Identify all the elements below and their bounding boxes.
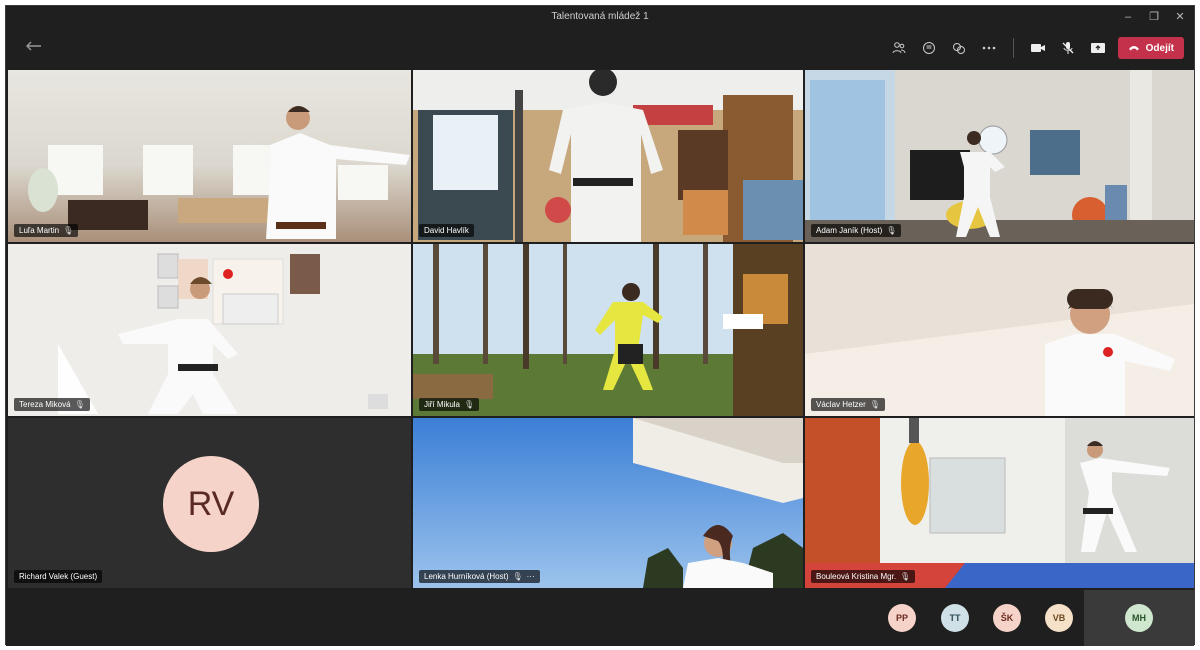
mic-off-icon: 🎙 [464, 400, 475, 409]
participant-name: Bouleová Kristina Mgr. [816, 572, 897, 581]
video-tile[interactable]: RV Richard Valek (Guest) [8, 418, 411, 588]
video-feed-image [805, 244, 1194, 416]
video-tile[interactable]: Lenka Hurníková (Host) 🎙 ··· [413, 418, 803, 588]
avatar[interactable]: ŠK [993, 604, 1021, 632]
restore-button[interactable]: ❐ [1148, 6, 1160, 28]
mic-off-icon: 🎙 [74, 400, 85, 409]
participant-strip: PP TT ŠK VB MH [6, 590, 1194, 646]
video-tile[interactable]: Bouleová Kristina Mgr. 🎙 [805, 418, 1194, 588]
more-icon[interactable] [979, 38, 999, 58]
participant-name-tag: Adam Janík (Host) 🎙 [811, 224, 902, 237]
leave-button-label: Odejít [1145, 42, 1174, 54]
share-icon[interactable] [1088, 38, 1108, 58]
participant-name-tag: Bouleová Kristina Mgr. 🎙 [811, 570, 916, 583]
video-tile[interactable]: Václav Hetzer 🎙 [805, 244, 1194, 416]
video-grid: Luľa Martin 🎙 David Havlík Adam Janík (H… [8, 70, 1194, 588]
video-feed-image [413, 418, 803, 588]
minimize-button[interactable]: – [1122, 6, 1134, 28]
video-feed-image [413, 70, 803, 242]
mic-off-icon: 🎙 [869, 400, 880, 409]
video-tile[interactable]: Adam Janík (Host) 🎙 [805, 70, 1194, 242]
participant-name-tag: Luľa Martin 🎙 [14, 224, 79, 237]
video-tile[interactable]: Luľa Martin 🎙 [8, 70, 411, 242]
avatar[interactable]: PP [888, 604, 916, 632]
video-tile[interactable]: David Havlík [413, 70, 803, 242]
arrow-left-icon[interactable] [24, 40, 42, 52]
leave-button[interactable]: Odejít [1117, 37, 1184, 59]
participant-name: Václav Hetzer [816, 400, 866, 409]
mic-off-icon: 🎙 [63, 226, 74, 235]
reactions-icon[interactable] [949, 38, 969, 58]
more-icon[interactable]: ··· [527, 572, 535, 581]
participant-name-tag: Václav Hetzer 🎙 [811, 398, 885, 411]
mic-off-icon[interactable] [1058, 38, 1078, 58]
avatar: RV [163, 456, 259, 552]
participant-name-tag: Tereza Miková 🎙 [14, 398, 90, 411]
avatar[interactable]: VB [1045, 604, 1073, 632]
mic-off-icon: 🎙 [886, 226, 897, 235]
video-tile[interactable]: Tereza Miková 🎙 [8, 244, 411, 416]
window-title: Talentovaná mládež 1 [551, 11, 649, 22]
meeting-window: Talentovaná mládež 1 – ❐ ✕ Odejít Luľa M… [5, 5, 1195, 646]
people-icon[interactable] [889, 38, 909, 58]
video-tile[interactable]: Jiří Mikula 🎙 [413, 244, 803, 416]
toolbar-actions: Odejít [889, 36, 1184, 60]
active-speaker-slot: MH [1084, 590, 1194, 646]
participant-name-tag: Richard Valek (Guest) [14, 570, 103, 583]
participant-name-tag: Jiří Mikula 🎙 [419, 398, 480, 411]
title-bar: Talentovaná mládež 1 – ❐ ✕ [6, 6, 1194, 28]
participant-name: Lenka Hurníková (Host) [424, 572, 509, 581]
participant-name: Jiří Mikula [424, 400, 461, 409]
meeting-toolbar: Odejít [6, 28, 1194, 68]
chat-icon[interactable] [919, 38, 939, 58]
toolbar-divider [1012, 38, 1014, 58]
mic-off-icon: 🎙 [512, 572, 523, 581]
phone-hangup-icon [1128, 46, 1139, 51]
avatar[interactable]: TT [941, 604, 969, 632]
avatar[interactable]: MH [1125, 604, 1153, 632]
mic-off-icon: 🎙 [900, 572, 911, 581]
camera-icon[interactable] [1028, 38, 1048, 58]
participant-name-tag: David Havlík [419, 224, 474, 237]
close-button[interactable]: ✕ [1174, 6, 1186, 28]
video-feed-image [58, 253, 388, 414]
participant-name-tag: Lenka Hurníková (Host) 🎙 ··· [419, 570, 540, 583]
participant-name: Richard Valek (Guest) [19, 572, 98, 581]
participant-name: Adam Janík (Host) [816, 226, 883, 235]
video-feed-image [28, 106, 410, 239]
participant-name: David Havlík [424, 226, 469, 235]
video-feed-image [413, 244, 803, 416]
participant-name: Luľa Martin [19, 226, 60, 235]
video-feed-image [805, 418, 1194, 588]
video-feed-image [805, 70, 1194, 242]
participant-name: Tereza Miková [19, 400, 71, 409]
window-controls: – ❐ ✕ [1122, 6, 1186, 28]
